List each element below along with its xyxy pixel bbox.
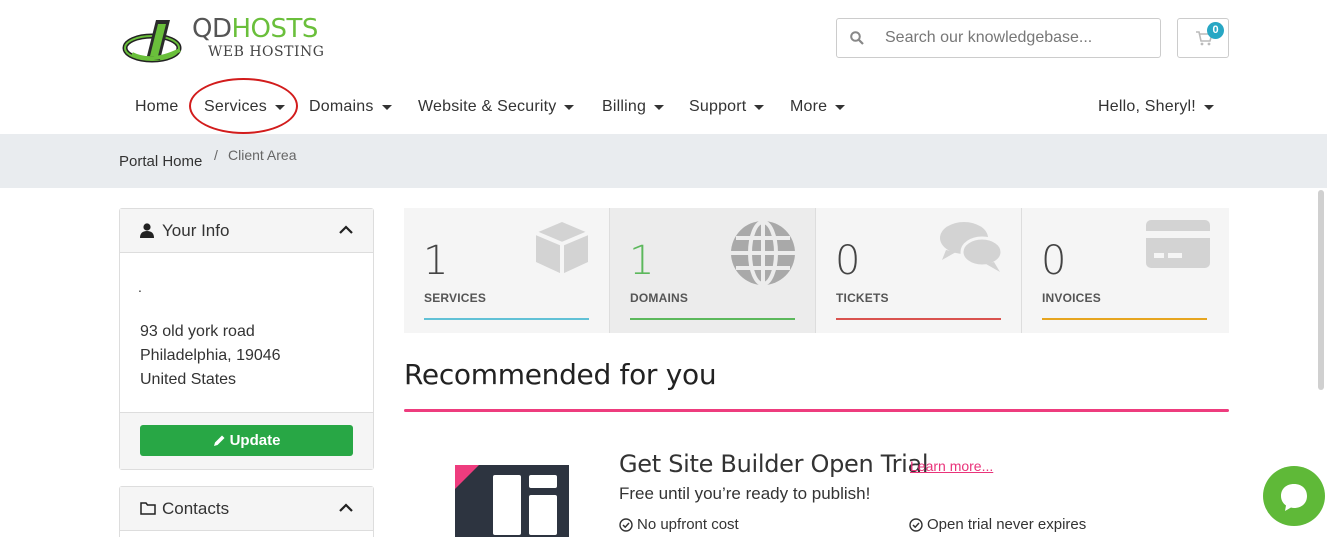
stat-count: 1 xyxy=(629,238,655,284)
nav-domains[interactable]: Domains xyxy=(309,98,392,116)
address-line: Philadelphia, 19046 xyxy=(140,347,281,364)
chevron-up-icon[interactable] xyxy=(339,225,353,234)
stat-underline xyxy=(630,318,795,320)
check-circle-icon xyxy=(619,517,633,532)
recommended-divider xyxy=(404,409,1229,412)
stat-count: 1 xyxy=(423,238,449,284)
chat-bubble-icon xyxy=(1281,484,1307,511)
logo-wordmark: QDHOSTS xyxy=(192,14,318,44)
breadcrumb-current: Client Area xyxy=(228,147,297,163)
logo-mark-icon xyxy=(122,20,182,63)
learn-more-link[interactable]: Learn more... xyxy=(910,458,993,474)
contacts-title: Contacts xyxy=(162,499,230,518)
cart-button[interactable]: 0 xyxy=(1177,18,1229,58)
nav-website-security[interactable]: Website & Security xyxy=(418,98,575,116)
stats-tiles: 1 SERVICES 1 DOMAINS 0 TICKETS 0 INVOICE… xyxy=(404,208,1229,333)
contacts-panel: Contacts xyxy=(119,486,374,537)
stat-tile-domains[interactable]: 1 DOMAINS xyxy=(610,208,816,333)
breadcrumb-separator: / xyxy=(214,147,218,163)
live-chat-button[interactable] xyxy=(1263,466,1325,526)
page-scrollbar[interactable] xyxy=(1318,190,1324,390)
cart-count-badge: 0 xyxy=(1207,22,1224,39)
promo-title: Get Site Builder Open Trial xyxy=(619,450,929,478)
site-header: QDHOSTS WEB HOSTING 0 xyxy=(0,0,1327,80)
recommended-heading: Recommended for you xyxy=(404,358,717,391)
stat-count: 0 xyxy=(1041,238,1067,284)
stat-label: SERVICES xyxy=(424,291,487,305)
promo-feature: No upfront cost xyxy=(619,516,739,533)
your-info-title: Your Info xyxy=(162,221,230,240)
address-line: United States xyxy=(140,371,237,388)
stat-underline xyxy=(1042,318,1207,320)
search-icon xyxy=(837,19,877,57)
info-text-fragment: . xyxy=(138,279,142,295)
comments-icon xyxy=(940,222,1004,272)
your-info-header[interactable]: Your Info xyxy=(120,209,373,253)
nav-support-label: Support xyxy=(689,98,747,115)
pencil-icon xyxy=(213,435,225,446)
stat-underline xyxy=(424,318,589,320)
stat-tile-services[interactable]: 1 SERVICES xyxy=(404,208,610,333)
breadcrumb-portal-home[interactable]: Portal Home xyxy=(119,153,202,170)
globe-icon xyxy=(731,220,795,286)
credit-card-icon xyxy=(1146,220,1210,268)
your-info-footer: Update xyxy=(120,413,373,469)
check-circle-icon xyxy=(909,517,923,532)
caret-down-icon xyxy=(381,104,392,110)
contacts-header[interactable]: Contacts xyxy=(120,487,373,531)
caret-down-icon xyxy=(564,104,575,110)
user-greeting: Hello, Sheryl! xyxy=(1098,98,1196,115)
nav-website-security-label: Website & Security xyxy=(418,98,557,115)
nav-domains-label: Domains xyxy=(309,98,374,115)
caret-down-icon xyxy=(654,104,665,110)
folder-icon xyxy=(140,502,156,515)
knowledgebase-search[interactable] xyxy=(836,18,1161,58)
stat-tile-tickets[interactable]: 0 TICKETS xyxy=(816,208,1022,333)
update-button[interactable]: Update xyxy=(140,425,353,456)
your-info-body: . 93 old york road Philadelphia, 19046 U… xyxy=(120,253,373,413)
highlight-circle-annotation xyxy=(189,78,298,134)
user-menu[interactable]: Hello, Sheryl! xyxy=(1098,98,1214,116)
stat-tile-invoices[interactable]: 0 INVOICES xyxy=(1022,208,1228,333)
stat-label: DOMAINS xyxy=(630,291,689,305)
breadcrumb: Portal Home / Client Area xyxy=(0,134,1327,188)
search-input[interactable] xyxy=(877,29,1147,47)
update-button-label: Update xyxy=(229,432,281,449)
qdhosts-logo[interactable]: QDHOSTS WEB HOSTING xyxy=(120,10,330,68)
address-line: 93 old york road xyxy=(140,323,255,340)
logo-subtitle: WEB HOSTING xyxy=(208,44,325,60)
nav-home[interactable]: Home xyxy=(135,98,178,116)
stat-label: TICKETS xyxy=(836,291,889,305)
promo-subtitle: Free until you’re ready to publish! xyxy=(619,484,871,503)
your-info-panel: Your Info . 93 old york road Philadelphi… xyxy=(119,208,374,470)
nav-support[interactable]: Support xyxy=(689,98,765,116)
nav-billing[interactable]: Billing xyxy=(602,98,665,116)
chevron-up-icon[interactable] xyxy=(339,503,353,512)
nav-more-label: More xyxy=(790,98,828,115)
nav-billing-label: Billing xyxy=(602,98,647,115)
stat-label: INVOICES xyxy=(1042,291,1101,305)
stat-count: 0 xyxy=(835,238,861,284)
stat-underline xyxy=(836,318,1001,320)
promo-feature-label: Open trial never expires xyxy=(927,516,1087,533)
nav-home-label: Home xyxy=(135,98,179,115)
user-icon xyxy=(140,223,154,238)
cube-icon xyxy=(535,222,589,274)
caret-down-icon xyxy=(1203,104,1214,110)
caret-down-icon xyxy=(754,104,765,110)
nav-more[interactable]: More xyxy=(790,98,846,116)
site-builder-illustration xyxy=(455,465,569,537)
promo-feature-label: No upfront cost xyxy=(637,516,739,533)
caret-down-icon xyxy=(835,104,846,110)
promo-feature: Open trial never expires xyxy=(909,516,1086,533)
